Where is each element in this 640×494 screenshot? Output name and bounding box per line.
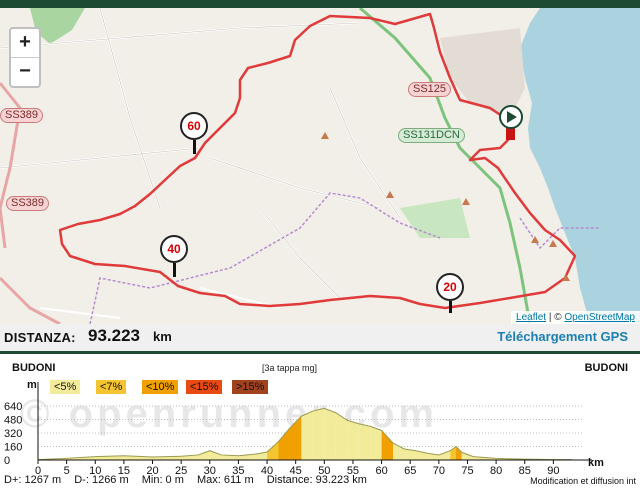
sea-area xyxy=(520,8,640,324)
map-canvas xyxy=(0,8,640,324)
distance-label: DISTANZA: xyxy=(4,330,76,345)
distance-bar: DISTANZA: 93.223 km Téléchargement GPS xyxy=(0,324,640,354)
profile-stats: D+: 1267 m D-: 1266 m Min: 0 m Max: 611 … xyxy=(4,474,377,486)
y-tick-label-3: 160 xyxy=(4,442,22,454)
y-axis-unit: m xyxy=(27,379,37,391)
zoom-control: + − xyxy=(9,27,41,88)
x-tick-label-8: 40 xyxy=(261,465,273,474)
profile-segment-7 xyxy=(209,450,222,460)
copyright-notice: Modification et diffusion int xyxy=(530,476,636,486)
y-tick-label-4: 0 xyxy=(4,455,10,467)
x-tick-label-15: 75 xyxy=(461,465,473,474)
road-label-ss389-south: SS389 xyxy=(6,196,50,211)
zoom-out-button[interactable]: − xyxy=(11,57,39,86)
stat-d-minus: D-: 1266 m xyxy=(74,474,129,486)
x-tick-label-16: 80 xyxy=(490,465,502,474)
attribution-separator: | © xyxy=(546,312,565,323)
profile-segment-21 xyxy=(381,430,394,460)
x-tick-label-0: 0 xyxy=(35,465,41,474)
x-tick-label-12: 60 xyxy=(375,465,387,474)
road-label-ss389-north: SS389 xyxy=(0,108,44,123)
x-tick-label-14: 70 xyxy=(433,465,445,474)
x-tick-label-7: 35 xyxy=(232,465,244,474)
map-attribution: Leaflet | © OpenStreetMap xyxy=(511,311,640,324)
profile-segment-26 xyxy=(438,450,451,460)
km-marker-60-stem xyxy=(193,140,196,154)
x-tick-label-9: 45 xyxy=(290,465,302,474)
elevation-chart: 6404803201600m0 5 10 15 20 25 30 35 40 45 50 55 60 65… xyxy=(4,379,604,474)
profile-segment-18 xyxy=(347,420,359,460)
x-tick-label-18: 90 xyxy=(547,465,559,474)
route-map[interactable]: + − SS389 SS389 SS125 SS131DCN 20 40 60 … xyxy=(0,8,640,324)
y-tick-label-1: 480 xyxy=(4,415,22,427)
x-tick-label-13: 65 xyxy=(404,465,416,474)
km-marker-20-stem xyxy=(449,301,452,313)
stat-distance: Distance: 93.223 km xyxy=(266,474,367,486)
profile-segment-19 xyxy=(358,423,371,460)
stat-max: Max: 611 m xyxy=(196,474,254,486)
km-marker-20[interactable]: 20 xyxy=(436,273,464,301)
top-bar xyxy=(0,0,640,8)
road-label-ss131dcn: SS131DCN xyxy=(398,128,465,143)
profile-segment-14 xyxy=(301,411,313,460)
x-tick-label-17: 85 xyxy=(519,465,531,474)
leaflet-link[interactable]: Leaflet xyxy=(516,312,546,323)
x-tick-label-2: 10 xyxy=(89,465,101,474)
x-tick-label-1: 5 xyxy=(64,465,70,474)
profile-segment-16 xyxy=(324,408,336,460)
gps-download-link[interactable]: Téléchargement GPS xyxy=(497,329,628,344)
y-tick-label-2: 320 xyxy=(4,428,22,440)
km-marker-40[interactable]: 40 xyxy=(160,235,188,263)
profile-segment-17 xyxy=(335,412,348,460)
road-label-ss125: SS125 xyxy=(408,82,452,97)
x-tick-label-4: 20 xyxy=(146,465,158,474)
km-marker-40-stem xyxy=(173,263,176,277)
minor-road-edges xyxy=(0,8,401,299)
green-area xyxy=(400,198,470,238)
osm-link[interactable]: OpenStreetMap xyxy=(564,312,635,323)
x-tick-label-6: 30 xyxy=(204,465,216,474)
distance-value: 93.223 xyxy=(88,326,140,345)
x-tick-label-11: 55 xyxy=(347,465,359,474)
y-tick-label-0: 640 xyxy=(4,401,22,413)
stat-d-plus: D+: 1267 m xyxy=(4,474,62,486)
stat-min: Min: 0 m xyxy=(141,474,184,486)
x-tick-label-3: 15 xyxy=(118,465,130,474)
profile-segment-28 xyxy=(456,446,462,460)
minor-roads xyxy=(0,8,401,319)
x-tick-label-5: 25 xyxy=(175,465,187,474)
km-marker-60[interactable]: 60 xyxy=(180,112,208,140)
profile-segment-20 xyxy=(370,426,382,460)
profile-segment-6 xyxy=(198,450,210,460)
profile-segment-15 xyxy=(312,408,325,460)
distance-unit: km xyxy=(153,329,172,344)
town-area xyxy=(440,28,525,118)
zoom-in-button[interactable]: + xyxy=(11,29,39,57)
x-axis-unit: km xyxy=(588,457,604,469)
x-tick-label-10: 50 xyxy=(318,465,330,474)
elevation-profile: BUDONI BUDONI [3a tappa mg] © openrunner… xyxy=(0,354,640,494)
